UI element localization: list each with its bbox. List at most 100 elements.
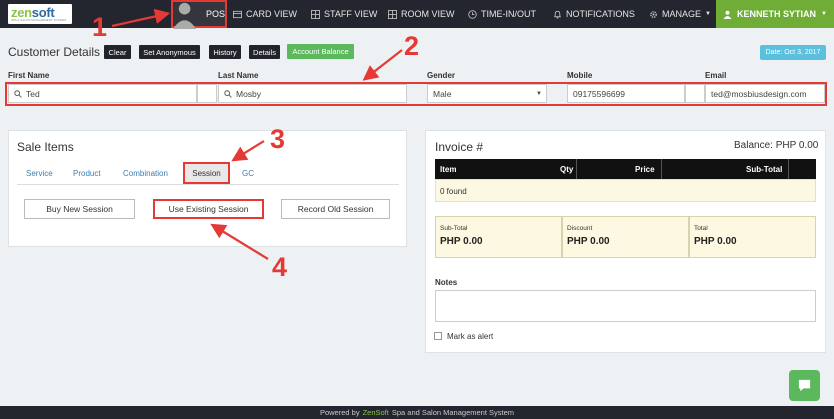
footer: Powered by ZenSoft Spa and Salon Managem… — [0, 406, 834, 419]
user-name: KENNETH SYTIAN — [737, 9, 817, 19]
last-name-value: Mosby — [236, 88, 262, 99]
logo-tagline: SPA & SALON MANAGEMENT SYSTEM — [11, 18, 66, 22]
history-button[interactable]: History — [209, 45, 241, 59]
sale-items-title: Sale Items — [17, 140, 74, 154]
mobile-addon — [685, 84, 705, 103]
col-divider — [788, 159, 789, 179]
mobile-label: Mobile — [567, 71, 593, 80]
invoice-empty-row: 0 found — [435, 179, 816, 202]
arrow-2 — [362, 49, 403, 81]
col-item: Item — [440, 165, 457, 174]
subtotal-card: Sub-Total PHP 0.00 — [435, 216, 562, 258]
subtotal-value: PHP 0.00 — [440, 236, 483, 247]
mark-alert-label: Mark as alert — [447, 332, 494, 341]
nav-notifications[interactable]: NOTIFICATIONS — [553, 0, 635, 28]
user-menu-button[interactable]: KENNETH SYTIAN ▼ — [716, 0, 834, 28]
first-name-value: Ted — [26, 88, 40, 99]
caret-down-icon: ▼ — [821, 11, 827, 17]
invoice-title: Invoice # — [435, 140, 484, 154]
footer-suffix: Spa and Salon Management System — [391, 408, 515, 417]
tabs-divider — [17, 184, 399, 185]
total-card: Total PHP 0.00 — [689, 216, 816, 258]
annotation-4: 4 — [272, 252, 288, 282]
caret-down-icon: ▼ — [705, 11, 711, 17]
discount-label: Discount — [567, 225, 593, 232]
search-icon — [224, 89, 232, 98]
footer-prefix: Powered by — [319, 408, 360, 417]
user-icon — [723, 10, 732, 19]
mark-alert-checkbox[interactable] — [434, 332, 442, 340]
last-name-field[interactable]: Mosby — [218, 84, 407, 103]
col-divider — [576, 159, 577, 179]
clear-button[interactable]: Clear — [104, 45, 131, 59]
email-value: ted@mosbiusdesign.com — [711, 88, 807, 99]
col-divider — [661, 159, 662, 179]
nav-staff-view-label: STAFF VIEW — [324, 9, 378, 19]
user-plus-icon — [173, 2, 197, 29]
gear-icon — [650, 10, 657, 18]
annotation-3: 3 — [270, 124, 286, 154]
total-label: Total — [694, 225, 708, 232]
caret-down-icon: ▼ — [536, 90, 542, 97]
bell-icon — [554, 10, 561, 19]
invoice-balance: Balance: PHP 0.00 — [734, 140, 819, 151]
invoice-table-header: Item Qty Price Sub-Total — [435, 159, 816, 179]
tab-product[interactable]: Product — [73, 169, 101, 178]
footer-brand-link[interactable]: ZenSoft — [363, 408, 389, 417]
app-logo[interactable]: zensoft SPA & SALON MANAGEMENT SYSTEM — [8, 4, 72, 24]
annotation-2: 2 — [404, 31, 420, 61]
nav-room-view[interactable]: ROOM VIEW — [388, 0, 455, 28]
use-existing-session-button[interactable]: Use Existing Session — [153, 199, 264, 219]
last-name-label: Last Name — [218, 71, 259, 80]
gender-select[interactable]: Male ▼ — [427, 84, 547, 103]
notes-textarea[interactable] — [435, 290, 816, 322]
details-button[interactable]: Details — [249, 45, 280, 59]
tab-session[interactable]: Session — [183, 162, 230, 184]
grid-icon — [388, 9, 397, 19]
total-value: PHP 0.00 — [694, 236, 737, 247]
nav-time-in-out-label: TIME-IN/OUT — [481, 9, 536, 19]
annotation-1: 1 — [92, 12, 108, 42]
col-price: Price — [635, 165, 655, 174]
mobile-value: 09175596699 — [573, 88, 626, 99]
nav-room-view-label: ROOM VIEW — [401, 9, 455, 19]
email-field[interactable]: ted@mosbiusdesign.com — [705, 84, 825, 103]
table-icon — [311, 9, 320, 19]
discount-value: PHP 0.00 — [567, 236, 610, 247]
gender-value: Male — [433, 88, 452, 99]
nav-time-in-out[interactable]: TIME-IN/OUT — [468, 0, 536, 28]
set-anonymous-button[interactable]: Set Anonymous — [139, 45, 200, 59]
first-name-label: First Name — [8, 71, 50, 80]
col-subtotal: Sub-Total — [746, 165, 783, 174]
search-icon — [14, 89, 22, 98]
chat-button[interactable] — [789, 370, 820, 401]
account-balance-button[interactable]: Account Balance — [287, 44, 354, 59]
col-qty: Qty — [560, 165, 574, 174]
clock-icon — [468, 9, 477, 19]
invoice-empty-text: 0 found — [440, 187, 467, 196]
gender-label: Gender — [427, 71, 456, 80]
first-name-field[interactable]: Ted — [8, 84, 197, 103]
tab-gc[interactable]: GC — [242, 169, 254, 178]
buy-new-session-button[interactable]: Buy New Session — [24, 199, 135, 219]
card-icon — [233, 10, 242, 18]
nav-manage-label: MANAGE — [662, 9, 702, 19]
discount-card: Discount PHP 0.00 — [562, 216, 689, 258]
first-name-addon — [197, 84, 217, 103]
customer-details-title: Customer Details — [8, 45, 101, 59]
nav-card-view-label: CARD VIEW — [246, 9, 298, 19]
nav-notifications-label: NOTIFICATIONS — [566, 9, 635, 19]
nav-card-view[interactable]: CARD VIEW — [233, 0, 297, 28]
mobile-field[interactable]: 09175596699 — [567, 84, 685, 103]
nav-pos-label: POS — [205, 9, 225, 19]
notes-label: Notes — [435, 278, 458, 287]
chat-icon — [798, 379, 811, 392]
nav-staff-view[interactable]: STAFF VIEW — [311, 0, 377, 28]
nav-pos[interactable]: POS — [171, 0, 227, 29]
email-label: Email — [705, 71, 727, 80]
date-badge: Date: Oct 3, 2017 — [760, 45, 826, 60]
record-old-session-button[interactable]: Record Old Session — [281, 199, 390, 219]
nav-manage[interactable]: MANAGE ▼ — [649, 0, 711, 28]
tab-service[interactable]: Service — [26, 169, 53, 178]
tab-combination[interactable]: Combination — [123, 169, 168, 178]
